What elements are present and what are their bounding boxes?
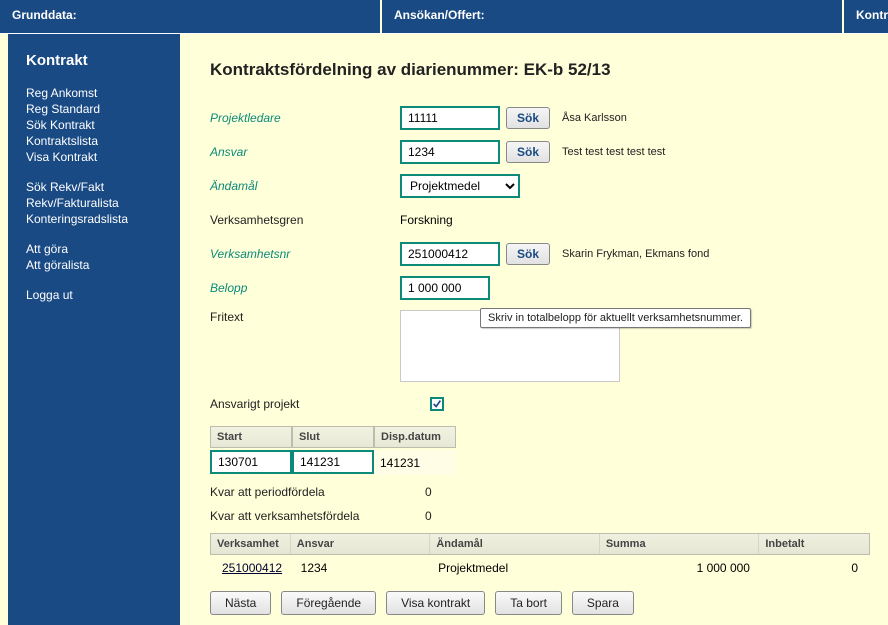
label-ansvarigt-projekt: Ansvarigt projekt [210, 397, 430, 411]
verksamhetsnr-name: Skarin Frykman, Ekmans fond [562, 248, 709, 260]
ta-bort-button[interactable]: Ta bort [495, 591, 562, 615]
label-kvar-period: Kvar att periodfördela [210, 485, 425, 499]
sidebar-item-sok-rekv-fakt[interactable]: Sök Rekv/Fakt [26, 179, 166, 195]
topnav-grunddata[interactable]: Grunddata: [0, 0, 380, 33]
label-verksamhetsnr: Verksamhetsnr [210, 247, 400, 261]
date-table: Start Slut Disp.datum 141231 [210, 426, 878, 475]
label-projektledare: Projektledare [210, 111, 400, 125]
topnav-kontr[interactable]: Kontr [844, 0, 888, 33]
projektledare-name: Åsa Karlsson [562, 112, 627, 124]
ansvar-input[interactable] [400, 140, 500, 164]
visa-kontrakt-button[interactable]: Visa kontrakt [386, 591, 485, 615]
top-nav: Grunddata: Ansökan/Offert: Kontr [0, 0, 888, 34]
sidebar-item-logga-ut[interactable]: Logga ut [26, 287, 166, 303]
grid-head-ansvar: Ansvar [291, 534, 431, 554]
verksamhetsnr-input[interactable] [400, 242, 500, 266]
kvar-verksamhet-value: 0 [425, 509, 432, 523]
ansvar-name: Test test test test test [562, 146, 665, 158]
main-content: Kontraktsfördelning av diarienummer: EK-… [180, 34, 888, 625]
grid-head-inbetalt: Inbetalt [759, 534, 869, 554]
sidebar-heading: Kontrakt [26, 52, 166, 69]
grid-head-andamal: Ändamål [430, 534, 599, 554]
date-head-start: Start [210, 426, 292, 448]
sidebar-item-att-gora[interactable]: Att göra [26, 241, 166, 257]
grid-head-summa: Summa [600, 534, 760, 554]
grid-cell-andamal: Projektmedel [432, 559, 599, 577]
topnav-ansokan[interactable]: Ansökan/Offert: [382, 0, 842, 33]
date-slut-input[interactable] [292, 450, 374, 474]
ansvarigt-projekt-checkbox[interactable] [430, 397, 444, 411]
grid-cell-summa: 1 000 000 [599, 559, 756, 577]
projektledare-sok-button[interactable]: Sök [506, 107, 550, 129]
date-disp-value: 141231 [374, 450, 456, 475]
page-title: Kontraktsfördelning av diarienummer: EK-… [210, 60, 878, 80]
sidebar-item-att-goralista[interactable]: Att göralista [26, 257, 166, 273]
grid-head-verksamhet: Verksamhet [211, 534, 291, 554]
table-row: 251000412 1234 Projektmedel 1 000 000 0 [210, 555, 870, 581]
sidebar-item-visa-kontrakt[interactable]: Visa Kontrakt [26, 149, 166, 165]
ansvar-sok-button[interactable]: Sök [506, 141, 550, 163]
sidebar-item-reg-ankomst[interactable]: Reg Ankomst [26, 85, 166, 101]
kvar-period-value: 0 [425, 485, 432, 499]
allocation-grid: Verksamhet Ansvar Ändamål Summa Inbetalt… [210, 533, 870, 581]
foregaende-button[interactable]: Föregående [281, 591, 376, 615]
sidebar-item-konteringsradslista[interactable]: Konteringsradslista [26, 211, 166, 227]
andamal-select[interactable]: Projektmedel [400, 174, 520, 198]
belopp-tooltip: Skriv in totalbelopp för aktuellt verksa… [480, 308, 751, 328]
sidebar: Kontrakt Reg Ankomst Reg Standard Sök Ko… [8, 34, 180, 625]
grid-cell-ansvar: 1234 [295, 559, 432, 577]
sidebar-item-kontraktslista[interactable]: Kontraktslista [26, 133, 166, 149]
grid-cell-inbetalt: 0 [756, 559, 864, 577]
label-kvar-verksamhet: Kvar att verksamhetsfördela [210, 509, 425, 523]
belopp-input[interactable] [400, 276, 490, 300]
verksamhetsnr-sok-button[interactable]: Sök [506, 243, 550, 265]
grid-cell-verksamhet[interactable]: 251000412 [216, 559, 295, 577]
label-verksamhetsgren: Verksamhetsgren [210, 213, 400, 227]
check-icon [432, 399, 442, 409]
label-ansvar: Ansvar [210, 145, 400, 159]
label-fritext: Fritext [210, 310, 400, 324]
sidebar-item-reg-standard[interactable]: Reg Standard [26, 101, 166, 117]
nasta-button[interactable]: Nästa [210, 591, 271, 615]
label-andamal: Ändamål [210, 179, 400, 193]
date-start-input[interactable] [210, 450, 292, 474]
action-buttons: Nästa Föregående Visa kontrakt Ta bort S… [210, 591, 878, 615]
projektledare-input[interactable] [400, 106, 500, 130]
sidebar-item-sok-kontrakt[interactable]: Sök Kontrakt [26, 117, 166, 133]
verksamhetsgren-value: Forskning [400, 213, 453, 227]
date-head-slut: Slut [292, 426, 374, 448]
spara-button[interactable]: Spara [572, 591, 634, 615]
date-head-disp: Disp.datum [374, 426, 456, 448]
sidebar-item-rekv-fakturalista[interactable]: Rekv/Fakturalista [26, 195, 166, 211]
label-belopp: Belopp [210, 281, 400, 295]
